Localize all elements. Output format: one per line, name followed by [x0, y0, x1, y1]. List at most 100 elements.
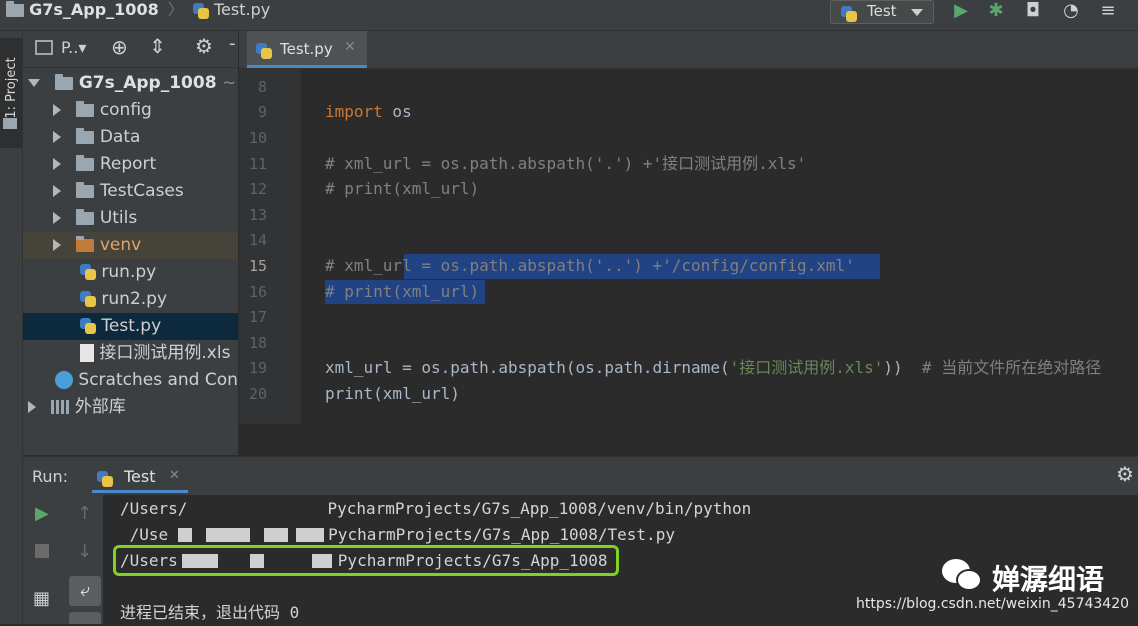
arrow-up-icon[interactable]: ↑: [77, 503, 92, 524]
line-number: 8: [257, 78, 267, 96]
coverage-icon[interactable]: ◘: [1022, 0, 1044, 22]
line-number: 15: [248, 257, 267, 275]
close-icon[interactable]: ✕: [169, 468, 180, 483]
line-number: 16: [248, 283, 267, 301]
hide-icon[interactable]: -: [229, 33, 236, 54]
folder-icon: [55, 73, 74, 90]
tree-item-testcases[interactable]: TestCases: [23, 178, 238, 205]
xls-file-icon: [80, 344, 94, 362]
tree-item-report[interactable]: Report: [23, 151, 238, 178]
soft-wrap-icon[interactable]: ⤶: [69, 576, 101, 606]
console-suffix: PycharmProjects/G7s_App_1008/venv/bin/py…: [327, 499, 752, 518]
tree-item-xls[interactable]: 接口测试用例.xls: [23, 340, 238, 367]
rerun-icon[interactable]: ▶: [35, 503, 49, 524]
scroll-end-icon[interactable]: [69, 612, 101, 624]
project-view-icon: [35, 40, 53, 55]
tree-item-label: config: [99, 100, 152, 120]
tree-item-utils[interactable]: Utils: [23, 205, 238, 232]
run-config-label: Test: [867, 2, 897, 20]
python-file-icon: [256, 42, 272, 59]
tree-item-label: Data: [99, 127, 141, 147]
editor-tab-bar: [239, 31, 1138, 69]
tree-item-external-libraries[interactable]: 外部库: [23, 394, 238, 421]
python-file-icon: [192, 2, 209, 19]
line-number: 18: [248, 334, 267, 352]
code-token: )): [883, 358, 922, 377]
folder-icon: [76, 181, 95, 198]
folder-icon: [6, 1, 24, 17]
line-number: 19: [248, 359, 267, 377]
chevron-right-icon: [53, 212, 61, 224]
close-icon[interactable]: ✕: [344, 39, 356, 55]
console-line: 进程已结束，退出代码 0: [120, 603, 300, 622]
chevron-down-icon: [911, 9, 923, 16]
tree-item-config[interactable]: config: [23, 97, 238, 124]
console-prefix: /Users/: [120, 499, 188, 518]
arrow-down-icon[interactable]: ↓: [77, 541, 92, 562]
line-number: 11: [248, 155, 267, 173]
run-panel-label: Run:: [32, 467, 69, 486]
tree-item-label: run2.py: [101, 289, 168, 309]
redaction-block: [178, 528, 193, 542]
run-tab-underline: [92, 490, 188, 493]
tree-item-run2-py[interactable]: run2.py: [23, 286, 238, 313]
tab-label: Test.py: [280, 40, 333, 58]
tree-item-label: Test.py: [101, 316, 162, 336]
tree-item-label: Scratches and Consoles: [78, 370, 238, 390]
run-icon[interactable]: ▶: [950, 0, 972, 22]
collapse-icon[interactable]: ⇕: [149, 34, 166, 58]
gear-icon[interactable]: ⚙: [1116, 462, 1134, 486]
project-view-select[interactable]: P..▾: [61, 38, 86, 57]
code-line: xml_url = os.path.abspath(os.path.dirnam…: [325, 355, 1101, 381]
tree-item-label: Utils: [99, 208, 138, 228]
layout-icon[interactable]: ▦: [33, 588, 50, 609]
wechat-icon: [942, 557, 984, 593]
redaction-block: [206, 528, 251, 542]
tab-test-py[interactable]: Test.py ✕: [247, 31, 367, 68]
line-number: 20: [248, 385, 267, 403]
run-tab-label[interactable]: Test: [124, 467, 156, 486]
tree-root[interactable]: G7s_App_1008 ~: [23, 70, 238, 97]
tree-item-label: Report: [99, 154, 157, 174]
console-prefix: /Use: [120, 525, 169, 544]
code-token: xml_url = os.path.abspath(os.path.dirnam…: [325, 358, 730, 377]
line-number: 14: [248, 231, 267, 249]
code-line: # print(xml_url): [325, 282, 480, 301]
run-toolbar: ▶ ↑ ↓ ▦ ⤶: [23, 495, 103, 624]
scratches-icon: [55, 371, 73, 389]
code-line: # xml_url = os.path.abspath('..') +'/con…: [325, 256, 855, 275]
profile-icon[interactable]: ◔: [1060, 0, 1082, 22]
breadcrumb: G7s_App_1008 〉 Test.py: [6, 0, 270, 22]
code-line: # xml_url = os.path.abspath('.') +'接口测试用…: [325, 154, 807, 173]
chevron-down-icon: [28, 79, 40, 87]
tree-item-venv[interactable]: venv: [23, 232, 238, 259]
tree-item-test-py[interactable]: Test.py: [23, 313, 238, 340]
watermark-brand: 婵潺细语: [992, 563, 1105, 596]
locate-icon[interactable]: ⊕: [111, 35, 128, 59]
line-number: 10: [248, 129, 267, 147]
project-toolbar: P..▾ ⊕ ⇕ ⚙ -: [23, 31, 238, 68]
debug-icon[interactable]: ✱: [985, 0, 1007, 22]
run-concurrency-icon[interactable]: ≡: [1097, 0, 1119, 22]
code-line: import os: [325, 99, 412, 125]
folder-icon: [76, 100, 95, 117]
tree-item-run-py[interactable]: run.py: [23, 259, 238, 286]
breadcrumb-file[interactable]: Test.py: [214, 0, 270, 19]
gear-icon[interactable]: ⚙: [195, 34, 213, 58]
console-line: /Users/PycharmProjects/G7s_App_1008/venv…: [120, 496, 751, 522]
breadcrumb-project[interactable]: G7s_App_1008: [29, 0, 159, 19]
python-file-icon: [80, 264, 96, 280]
chevron-right-icon: [53, 104, 61, 116]
library-icon: [51, 400, 70, 414]
code-line: # print(xml_url): [325, 179, 480, 198]
run-config-select[interactable]: Test: [830, 0, 934, 24]
folder-icon: [76, 235, 95, 252]
tree-item-label: 外部库: [74, 397, 126, 417]
tree-item-data[interactable]: Data: [23, 124, 238, 151]
tree-root-label: G7s_App_1008: [78, 73, 217, 93]
folder-icon: [76, 208, 95, 225]
stop-icon[interactable]: [35, 544, 49, 558]
folder-icon: [76, 127, 95, 144]
tree-item-scratches[interactable]: Scratches and Consoles: [23, 367, 238, 394]
breadcrumb-separator: 〉: [167, 0, 184, 19]
